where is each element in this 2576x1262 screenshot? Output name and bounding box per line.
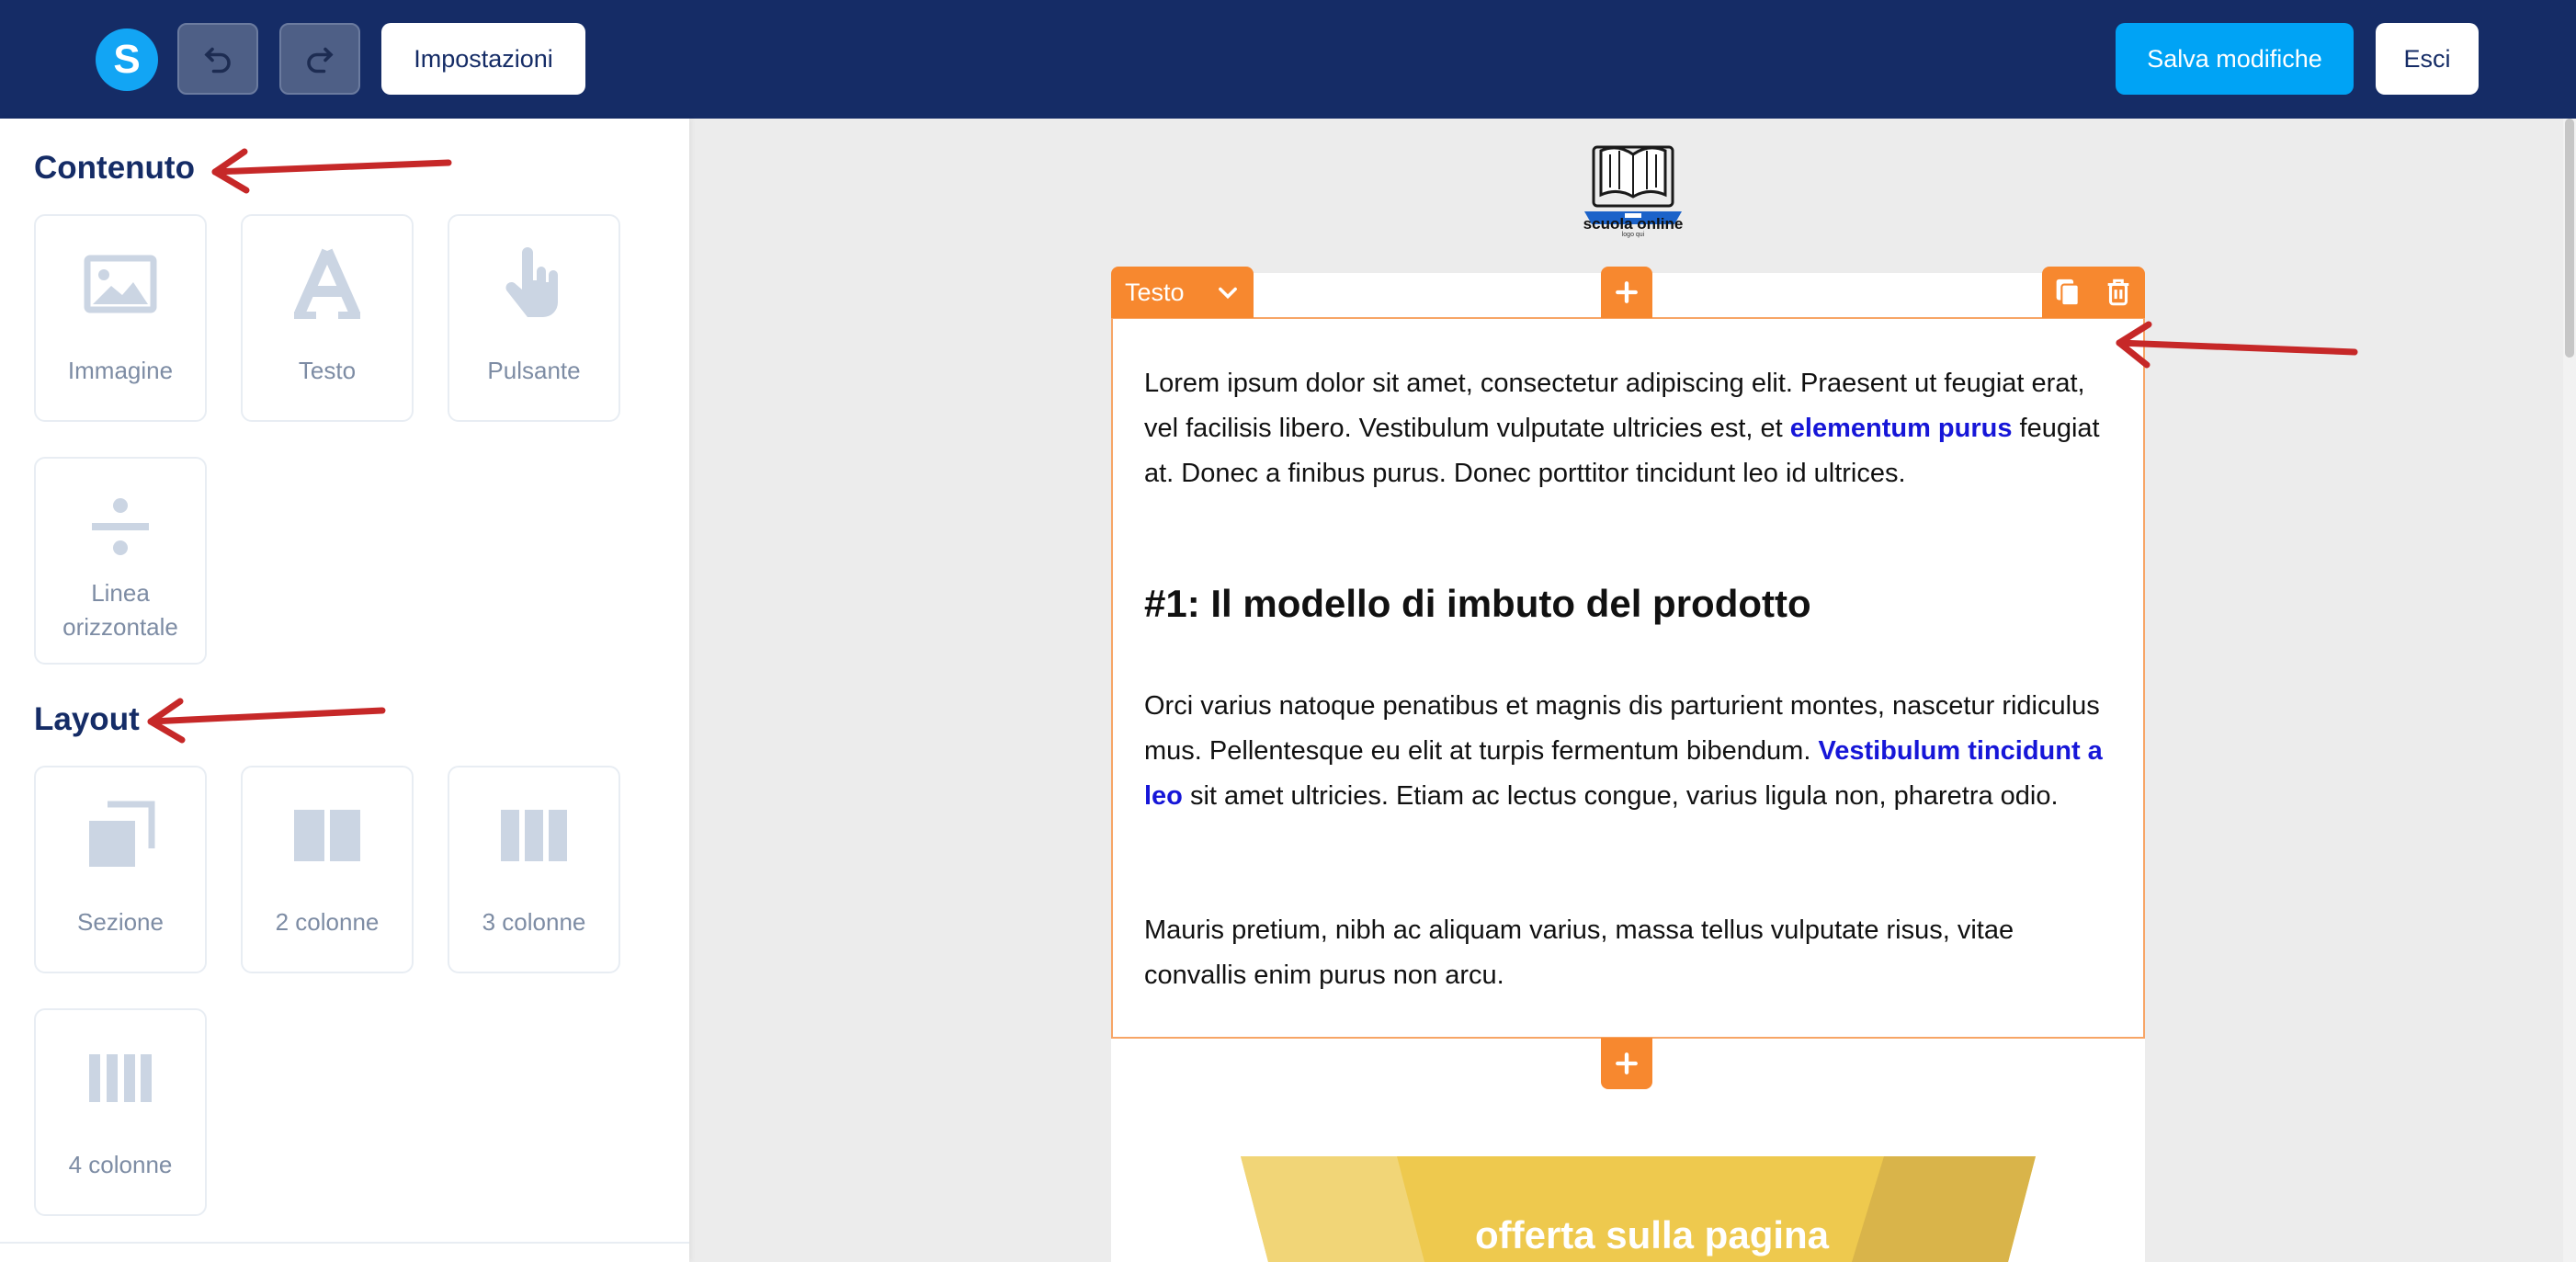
redo-icon <box>307 47 334 74</box>
four-columns-icon <box>89 1054 152 1102</box>
block-image[interactable]: Immagine <box>34 214 207 422</box>
funnel-label: offerta sulla pagina <box>1474 1213 1830 1256</box>
add-block-below-button[interactable] <box>1601 1038 1652 1089</box>
block-label: 2 colonne <box>275 908 380 936</box>
brand-subtitle: logo qui <box>1621 232 1645 238</box>
block-label: Linea orizzontale <box>36 576 205 644</box>
block-section[interactable]: Sezione <box>34 766 207 973</box>
block-two-columns[interactable]: 2 colonne <box>241 766 414 973</box>
undo-icon <box>204 47 231 74</box>
paragraph-text: sit amet ultricies. Etiam ac lectus cong… <box>1182 781 2059 811</box>
block-label: Sezione <box>77 908 164 936</box>
redo-button[interactable] <box>279 23 360 95</box>
delete-icon[interactable] <box>2103 277 2134 308</box>
pointer-icon <box>505 247 558 317</box>
block-label-line: orizzontale <box>62 613 178 641</box>
section-icon <box>89 801 155 867</box>
plus-icon <box>1616 1052 1638 1074</box>
image-icon <box>84 255 157 313</box>
block-actions <box>2042 267 2145 318</box>
block-button[interactable]: Pulsante <box>448 214 620 422</box>
inline-link[interactable]: elementum purus <box>1790 414 2013 443</box>
block-type-dropdown[interactable]: Testo <box>1111 267 1254 318</box>
two-columns-icon <box>294 810 360 861</box>
block-text[interactable]: Testo <box>241 214 414 422</box>
add-block-above-button[interactable] <box>1601 267 1652 318</box>
paragraph-1: Lorem ipsum dolor sit amet, consectetur … <box>1144 361 2118 496</box>
block-four-columns[interactable]: 4 colonne <box>34 1008 207 1216</box>
content-section-title: Contenuto <box>34 150 195 186</box>
text-icon <box>294 248 360 319</box>
sidebar: Contenuto Immagine Testo Pulsante Linea o… <box>0 119 689 1262</box>
save-changes-button[interactable]: Salva modifiche <box>2116 23 2354 95</box>
divider-icon <box>92 498 149 555</box>
brand-name: scuola online <box>1583 215 1684 233</box>
layout-section-title: Layout <box>34 701 140 737</box>
top-toolbar: S Impostazioni Salva modifiche Esci <box>0 0 2576 119</box>
block-label: 3 colonne <box>482 908 586 936</box>
settings-button[interactable]: Impostazioni <box>381 23 585 95</box>
annotation-arrow-icon <box>147 698 386 744</box>
app-logo[interactable]: S <box>96 28 158 91</box>
block-heading: #1: Il modello di imbuto del prodotto <box>1144 582 1811 625</box>
paragraph-2: Orci varius natoque penatibus et magnis … <box>1144 684 2118 819</box>
plus-icon <box>1616 281 1638 303</box>
block-label: Testo <box>298 357 357 384</box>
block-label-line: Linea <box>91 579 150 607</box>
block-three-columns[interactable]: 3 colonne <box>448 766 620 973</box>
exit-button[interactable]: Esci <box>2376 23 2479 95</box>
block-type-label: Testo <box>1125 279 1185 306</box>
paragraph-3: Mauris pretium, nibh ac aliquam varius, … <box>1144 915 2014 990</box>
block-label: Immagine <box>67 357 174 384</box>
canvas-scrollbar-thumb[interactable] <box>2565 119 2574 358</box>
block-label: 4 colonne <box>68 1151 173 1178</box>
chevron-down-icon <box>1219 287 1237 300</box>
block-label: Pulsante <box>487 357 581 384</box>
annotation-arrow-icon <box>2116 321 2358 369</box>
undo-button[interactable] <box>177 23 258 95</box>
three-columns-icon <box>501 810 567 861</box>
sidebar-divider <box>0 1242 689 1244</box>
annotation-arrow-icon <box>211 148 452 194</box>
duplicate-icon[interactable] <box>2051 277 2082 308</box>
block-horizontal-line[interactable]: Linea orizzontale <box>34 457 207 665</box>
